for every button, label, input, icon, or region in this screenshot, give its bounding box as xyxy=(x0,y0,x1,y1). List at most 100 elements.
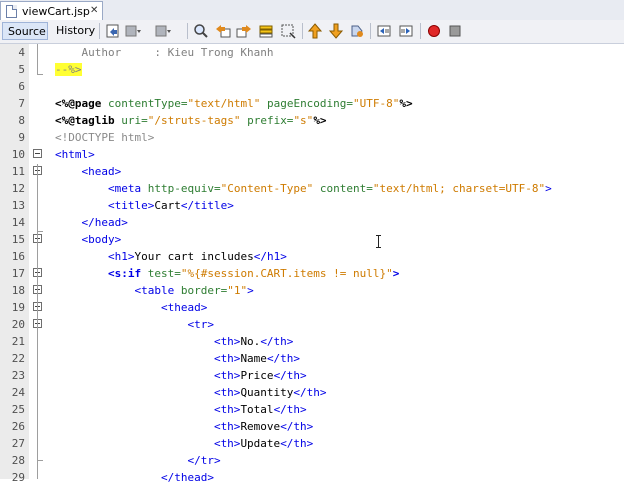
file-tab-viewcart[interactable]: viewCart.jsp ✕ xyxy=(0,1,103,20)
code-token: </tr> xyxy=(55,454,221,467)
history-view-button[interactable]: History xyxy=(51,22,95,40)
code-line[interactable]: 13 <title>Cart</title> xyxy=(0,197,624,214)
code-token: <!DOCTYPE html> xyxy=(55,131,155,144)
code-token: <th> xyxy=(55,437,241,450)
code-line[interactable]: 17 <s:if test="%{#session.CART.items != … xyxy=(0,265,624,282)
shift-line-left-icon[interactable] xyxy=(376,23,392,39)
code-line[interactable]: 20 <tr> xyxy=(0,316,624,333)
code-text: <%@taglib uri="/struts-tags" prefix="s"%… xyxy=(55,112,327,129)
code-line[interactable]: 18 <table border="1"> xyxy=(0,282,624,299)
last-edit-icon[interactable] xyxy=(105,23,121,39)
fold-end-marker xyxy=(37,74,43,75)
code-line[interactable]: 28 </tr> xyxy=(0,452,624,469)
toggle-bookmark-icon[interactable] xyxy=(349,23,365,39)
code-line[interactable]: 8 <%@taglib uri="/struts-tags" prefix="s"… xyxy=(0,112,624,129)
code-line[interactable]: 24 <th>Quantity</th> xyxy=(0,384,624,401)
code-line[interactable]: 27 <th>Update</th> xyxy=(0,435,624,452)
fold-end-marker xyxy=(37,460,43,461)
line-number: 20 xyxy=(11,318,25,331)
code-token: "UTF-8" xyxy=(353,97,400,110)
code-line[interactable]: 16 <h1>Your cart includes</h1> xyxy=(0,248,624,265)
code-line[interactable]: 9 <!DOCTYPE html> xyxy=(0,129,624,146)
code-text: <!DOCTYPE html> xyxy=(55,129,154,146)
code-line[interactable]: 5 --%> xyxy=(0,61,624,78)
code-token: %> xyxy=(399,97,413,110)
code-line[interactable]: 21 <th>No.</th> xyxy=(0,333,624,350)
code-line[interactable]: 4 Author : Kieu Trong Khanh xyxy=(0,44,624,61)
line-number: 27 xyxy=(11,437,25,450)
code-line[interactable]: 29 </thead> xyxy=(0,469,624,486)
toolbar-separator xyxy=(370,23,371,39)
code-token: <th> xyxy=(55,369,241,382)
find-next-icon[interactable] xyxy=(236,23,252,39)
source-view-button[interactable]: Source xyxy=(2,22,48,40)
code-line[interactable]: 25 <th>Total</th> xyxy=(0,401,624,418)
code-line[interactable]: 14 </head> xyxy=(0,214,624,231)
code-token: "s" xyxy=(293,114,314,127)
find-icon[interactable] xyxy=(193,23,209,39)
code-editor[interactable]: 4 Author : Kieu Trong Khanh 5 --%> 6 7 <%@pag… xyxy=(0,44,624,484)
code-line[interactable]: 15 <body> xyxy=(0,231,624,248)
code-text: <html> xyxy=(55,146,95,163)
code-token: </title> xyxy=(180,199,234,212)
code-token: content= xyxy=(313,182,373,195)
line-number: 24 xyxy=(11,386,25,399)
code-text: <s:if test="%{#session.CART.items != nul… xyxy=(55,265,399,282)
code-text: <th>Update</th> xyxy=(55,435,313,452)
previous-bookmark-icon[interactable] xyxy=(307,23,323,39)
collapse-fold-icon[interactable] xyxy=(33,149,42,158)
fold-guide-line xyxy=(37,334,38,460)
code-token: </head> xyxy=(55,216,128,229)
code-token: Author : Kieu Trong Khanh xyxy=(55,46,274,59)
forward-dropdown-icon[interactable] xyxy=(155,23,171,39)
code-line[interactable]: 26 <th>Remove</th> xyxy=(0,418,624,435)
code-text: <h1>Your cart includes</h1> xyxy=(55,248,287,265)
code-line[interactable]: 12 <meta http-equiv="Content-Type" conte… xyxy=(0,180,624,197)
code-text: <meta http-equiv="Content-Type" content=… xyxy=(55,180,552,197)
find-previous-icon[interactable] xyxy=(215,23,231,39)
line-number: 14 xyxy=(11,216,25,229)
close-tab-icon[interactable]: ✕ xyxy=(90,5,98,16)
line-number: 18 xyxy=(11,284,25,297)
start-macro-recording-icon[interactable] xyxy=(426,23,442,39)
back-dropdown-icon[interactable] xyxy=(125,23,141,39)
code-line[interactable]: 11 <head> xyxy=(0,163,624,180)
toggle-rectangular-selection-icon[interactable] xyxy=(280,23,296,39)
code-token: </th> xyxy=(280,420,314,433)
code-token: <tr> xyxy=(55,318,214,331)
code-line[interactable]: 23 <th>Price</th> xyxy=(0,367,624,384)
code-token: Cart xyxy=(154,199,181,212)
toggle-highlight-icon[interactable] xyxy=(258,23,274,39)
code-text: <title>Cart</title> xyxy=(55,197,234,214)
code-token: Total xyxy=(240,403,274,416)
code-text: <th>Quantity</th> xyxy=(55,384,327,401)
editor-tab-strip: viewCart.jsp ✕ xyxy=(0,0,624,21)
code-line[interactable]: 22 <th>Name</th> xyxy=(0,350,624,367)
code-line[interactable]: 19 <thead> xyxy=(0,299,624,316)
text-cursor-icon xyxy=(376,235,381,248)
code-line[interactable]: 7 <%@page contentType="text/html" pageEnc… xyxy=(0,95,624,112)
code-token: uri= xyxy=(121,114,148,127)
code-line[interactable]: 6 xyxy=(0,78,624,95)
stop-macro-recording-icon[interactable] xyxy=(447,23,463,39)
line-number: 26 xyxy=(11,420,25,433)
line-number: 13 xyxy=(11,199,25,212)
code-token: <th> xyxy=(55,335,241,348)
code-token: <th> xyxy=(55,386,241,399)
shift-line-right-icon[interactable] xyxy=(398,23,414,39)
code-token: <title> xyxy=(55,199,155,212)
code-token: http-equiv= xyxy=(147,182,221,195)
code-token: Remove xyxy=(240,420,281,433)
code-token: "text/html; charset=UTF-8" xyxy=(372,182,546,195)
code-token: test= xyxy=(147,267,181,280)
line-number: 29 xyxy=(11,471,25,484)
line-number: 6 xyxy=(18,80,25,93)
line-number: 5 xyxy=(18,63,25,76)
code-token: <body> xyxy=(55,233,122,246)
code-token: <%@page xyxy=(55,97,108,110)
code-line[interactable]: 10 <html> xyxy=(0,146,624,163)
code-token: <table xyxy=(55,284,181,297)
code-token: border= xyxy=(180,284,228,297)
code-token: prefix= xyxy=(240,114,294,127)
next-bookmark-icon[interactable] xyxy=(328,23,344,39)
